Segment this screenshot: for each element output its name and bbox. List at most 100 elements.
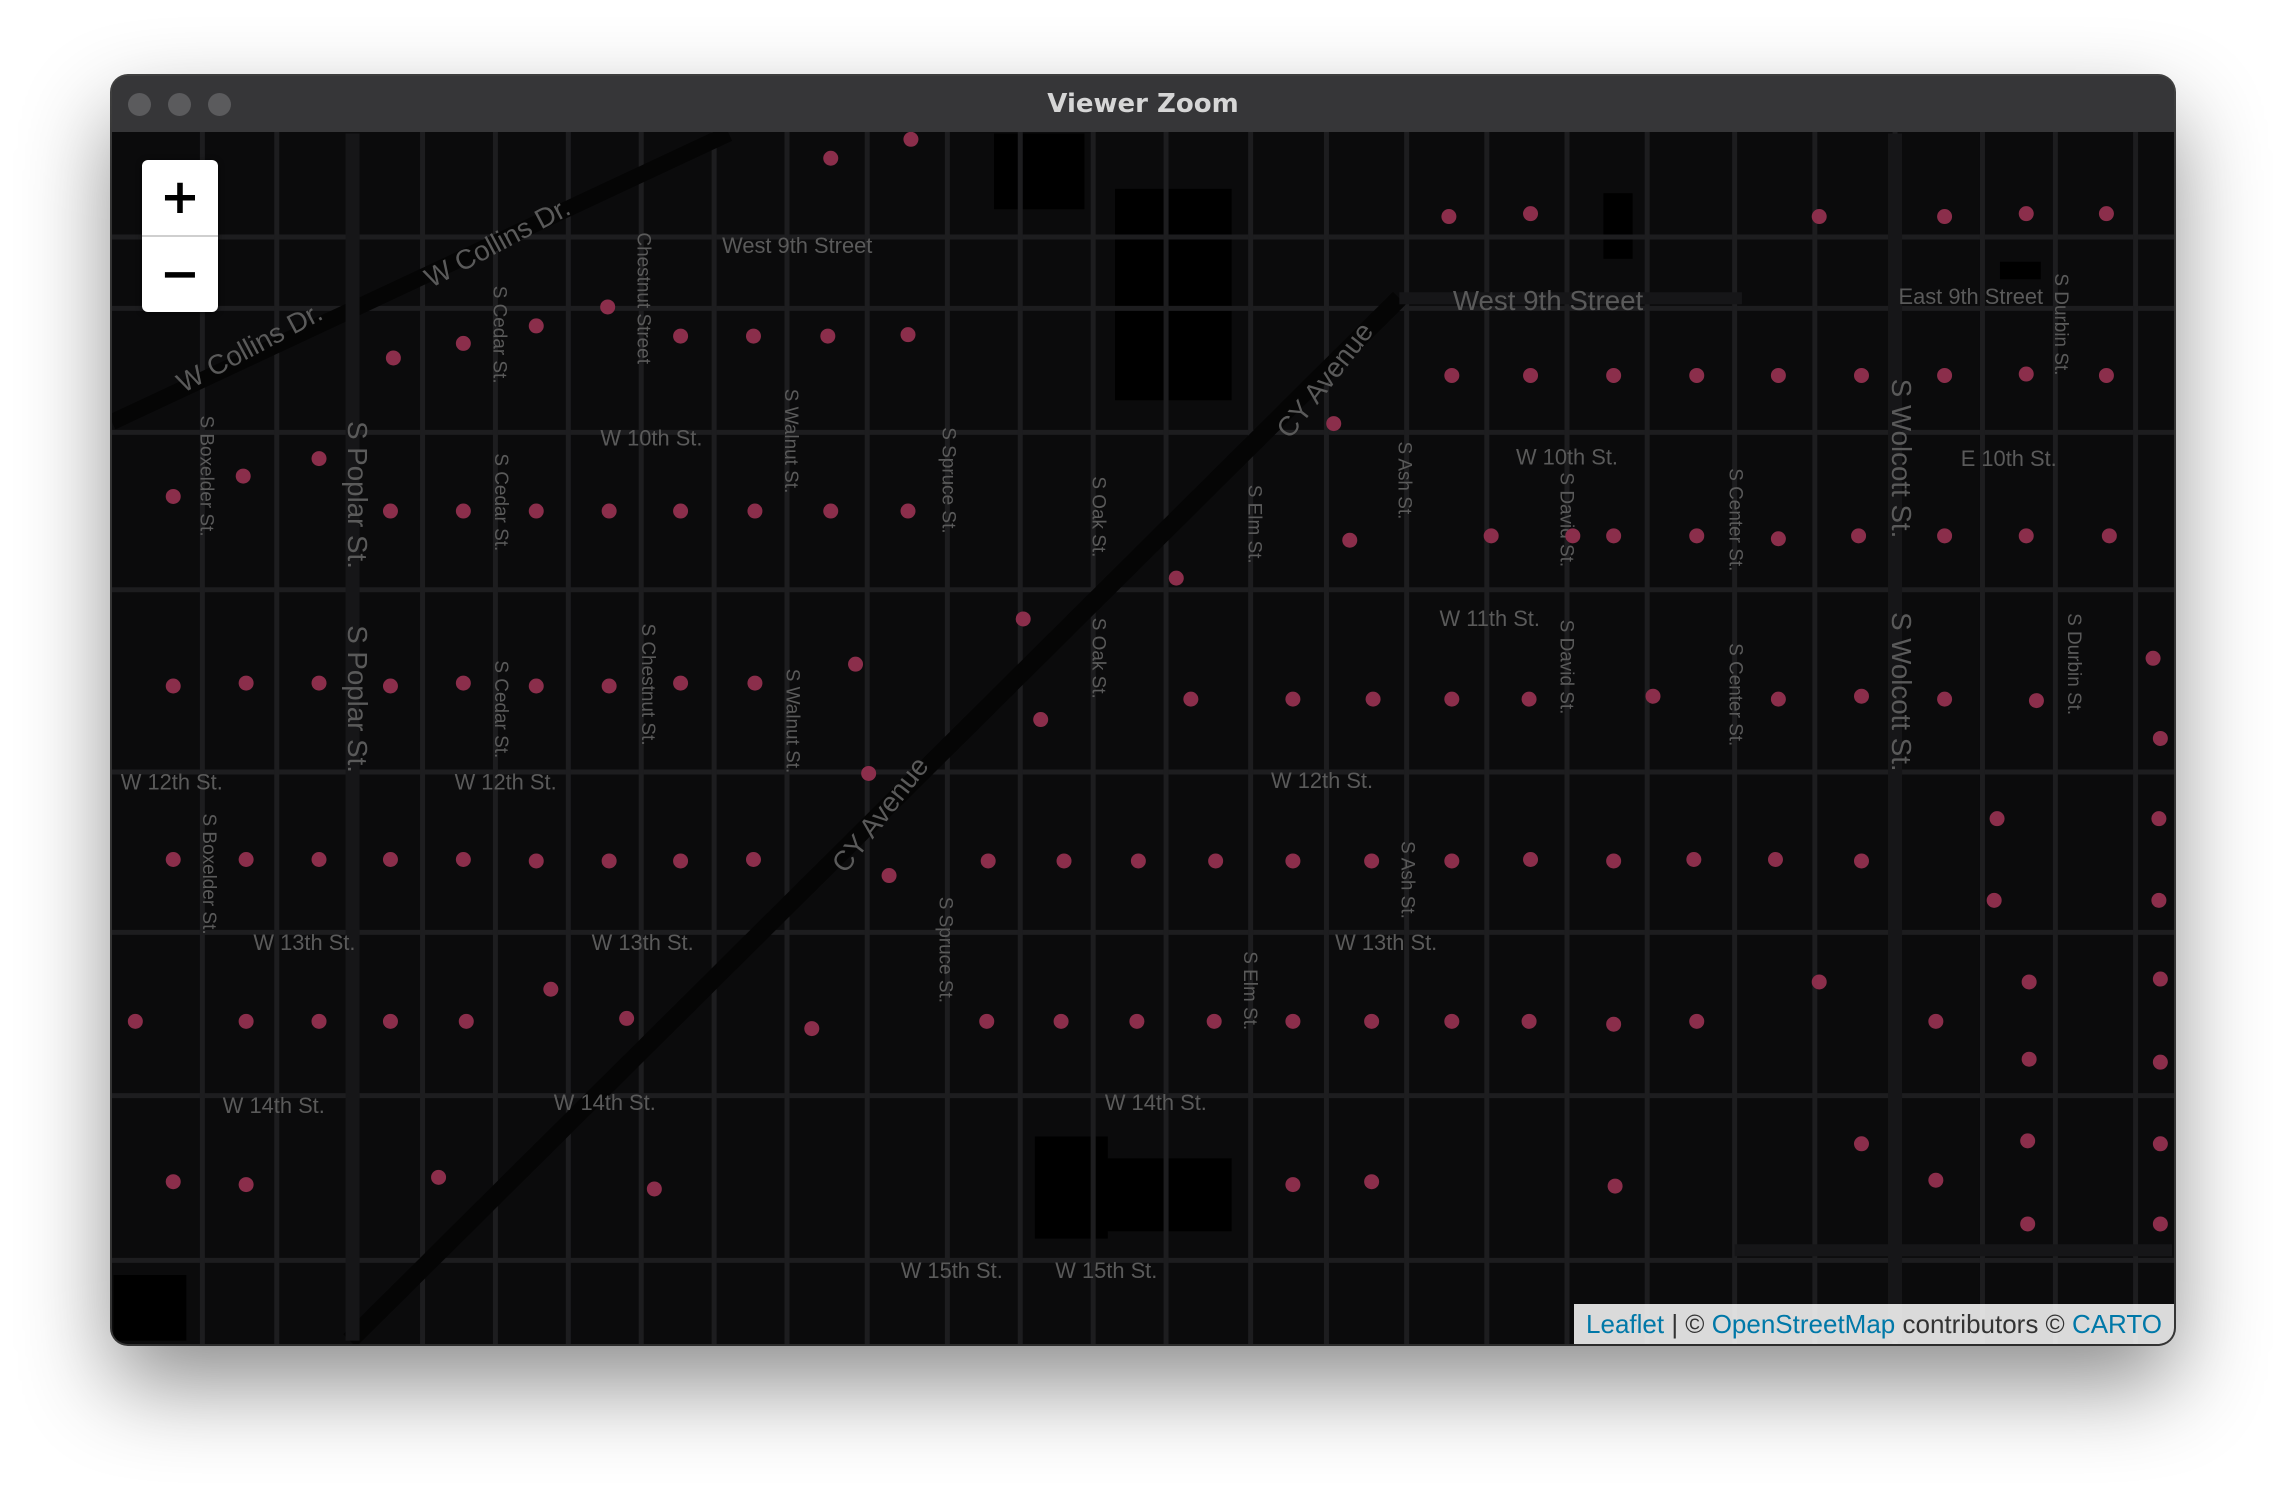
map-marker[interactable]	[1937, 528, 1953, 544]
map-marker[interactable]	[747, 675, 763, 691]
map-marker[interactable]	[2098, 367, 2114, 383]
map-marker[interactable]	[1015, 611, 1031, 627]
carto-link[interactable]: CARTO	[2072, 1309, 2162, 1339]
map-marker[interactable]	[745, 851, 761, 867]
map-marker[interactable]	[1444, 367, 1460, 383]
map-marker[interactable]	[1208, 853, 1224, 869]
map-marker[interactable]	[1444, 1013, 1460, 1029]
map-marker[interactable]	[382, 851, 398, 867]
map-marker[interactable]	[1444, 691, 1460, 707]
map-marker[interactable]	[238, 1013, 254, 1029]
map-marker[interactable]	[1441, 209, 1457, 225]
map-marker[interactable]	[1130, 853, 1146, 869]
map-marker[interactable]	[1444, 853, 1460, 869]
map-marker[interactable]	[1129, 1013, 1145, 1029]
map-marker[interactable]	[1689, 367, 1705, 383]
map-marker[interactable]	[165, 851, 181, 867]
map-marker[interactable]	[673, 675, 689, 691]
map-marker[interactable]	[2151, 811, 2167, 827]
map-marker[interactable]	[1689, 528, 1705, 544]
map-marker[interactable]	[601, 503, 617, 519]
leaflet-link[interactable]: Leaflet	[1586, 1309, 1664, 1339]
map-marker[interactable]	[382, 1013, 398, 1029]
map-marker[interactable]	[165, 488, 181, 504]
map-marker[interactable]	[1056, 853, 1072, 869]
map-marker[interactable]	[311, 451, 327, 467]
map-marker[interactable]	[1523, 851, 1539, 867]
map-marker[interactable]	[1989, 811, 2005, 827]
map-marker[interactable]	[900, 327, 916, 343]
map-marker[interactable]	[1285, 691, 1301, 707]
map-marker[interactable]	[601, 678, 617, 694]
map-marker[interactable]	[2018, 528, 2034, 544]
map-marker[interactable]	[1853, 688, 1869, 704]
map-marker[interactable]	[1770, 531, 1786, 547]
map-marker[interactable]	[1053, 1013, 1069, 1029]
openstreetmap-link[interactable]: OpenStreetMap	[1712, 1309, 1896, 1339]
map-marker[interactable]	[745, 328, 761, 344]
map-marker[interactable]	[747, 503, 763, 519]
map-marker[interactable]	[2101, 528, 2117, 544]
map-marker[interactable]	[1811, 209, 1827, 225]
map-marker[interactable]	[2021, 1051, 2037, 1067]
map-marker[interactable]	[2020, 1216, 2036, 1232]
map-marker[interactable]	[311, 851, 327, 867]
map-marker[interactable]	[455, 335, 471, 351]
map-marker[interactable]	[1767, 851, 1783, 867]
map-marker[interactable]	[673, 328, 689, 344]
map-marker[interactable]	[1033, 712, 1049, 728]
map-marker[interactable]	[2152, 1054, 2168, 1070]
map-marker[interactable]	[619, 1010, 635, 1026]
map-marker[interactable]	[1606, 853, 1622, 869]
zoom-out-button[interactable]: −	[142, 237, 218, 312]
map-marker[interactable]	[165, 1174, 181, 1190]
map-marker[interactable]	[2021, 974, 2037, 990]
map-marker[interactable]	[646, 1181, 662, 1197]
map-marker[interactable]	[528, 853, 544, 869]
map-marker[interactable]	[804, 1021, 820, 1037]
map-marker[interactable]	[455, 675, 471, 691]
map-marker[interactable]	[1986, 892, 2002, 908]
map-marker[interactable]	[1285, 1013, 1301, 1029]
map-marker[interactable]	[1523, 367, 1539, 383]
map-marker[interactable]	[1364, 1013, 1380, 1029]
map-marker[interactable]	[2152, 730, 2168, 746]
map-marker[interactable]	[1689, 1013, 1705, 1029]
map-marker[interactable]	[903, 132, 919, 147]
map-marker[interactable]	[165, 678, 181, 694]
map-marker[interactable]	[600, 299, 616, 315]
map-marker[interactable]	[455, 851, 471, 867]
map-marker[interactable]	[528, 678, 544, 694]
map-marker[interactable]	[1523, 206, 1539, 222]
map-marker[interactable]	[1168, 570, 1184, 586]
map-marker[interactable]	[1928, 1013, 1944, 1029]
map-marker[interactable]	[1483, 528, 1499, 544]
map-marker[interactable]	[1183, 691, 1199, 707]
map-marker[interactable]	[528, 318, 544, 334]
map-marker[interactable]	[127, 1013, 143, 1029]
map-marker[interactable]	[238, 1177, 254, 1193]
map-marker[interactable]	[1607, 1178, 1623, 1194]
map-marker[interactable]	[382, 678, 398, 694]
map-marker[interactable]	[1285, 1177, 1301, 1193]
map-marker[interactable]	[1770, 367, 1786, 383]
map-marker[interactable]	[238, 851, 254, 867]
map-marker[interactable]	[823, 503, 839, 519]
map-marker[interactable]	[2151, 892, 2167, 908]
map-marker[interactable]	[1521, 1013, 1537, 1029]
map-marker[interactable]	[311, 1013, 327, 1029]
map-marker[interactable]	[458, 1013, 474, 1029]
map-marker[interactable]	[1928, 1172, 1944, 1188]
map-marker[interactable]	[673, 503, 689, 519]
map-marker[interactable]	[2152, 971, 2168, 987]
map-marker[interactable]	[848, 656, 864, 672]
map-marker[interactable]	[1606, 528, 1622, 544]
map-marker[interactable]	[311, 675, 327, 691]
zoom-in-button[interactable]: +	[142, 160, 218, 237]
map-marker[interactable]	[1853, 367, 1869, 383]
map-marker[interactable]	[1364, 853, 1380, 869]
map-marker[interactable]	[979, 1013, 995, 1029]
map-marker[interactable]	[385, 350, 401, 366]
map-marker[interactable]	[1206, 1013, 1222, 1029]
map-marker[interactable]	[1565, 528, 1581, 544]
